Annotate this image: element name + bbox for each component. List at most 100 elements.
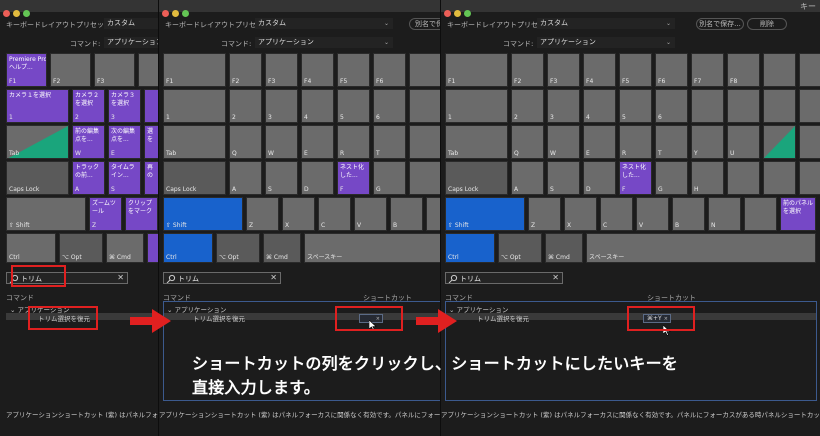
key-f[interactable]: ネスト化 した... F (619, 161, 652, 195)
key-1[interactable]: 1 (163, 89, 226, 123)
key-n[interactable]: N (708, 197, 741, 231)
key-caps-lock[interactable]: Caps Lock (163, 161, 226, 195)
key-8[interactable] (727, 89, 760, 123)
key-f7[interactable] (409, 53, 440, 87)
key-caps-lock[interactable]: Caps Lock (6, 161, 69, 195)
key-f1[interactable]: F1 (445, 53, 508, 87)
tree-item-restore-trim[interactable]: トリム選択を復元 (477, 313, 529, 323)
key-v[interactable]: V (636, 197, 669, 231)
key-1[interactable]: カメラ１を選択 1 (6, 89, 69, 123)
key-3[interactable]: 3 (265, 89, 298, 123)
preset-select[interactable]: カスタム ⌄ (537, 18, 675, 29)
key-f2[interactable]: F2 (511, 53, 544, 87)
key-w[interactable]: 前の編集 点を... W (72, 125, 105, 159)
key-f1[interactable]: Premiere Pro ヘルプ... F1 (6, 53, 47, 87)
key-t[interactable]: T (373, 125, 406, 159)
key-d[interactable]: D (583, 161, 616, 195)
key-d[interactable]: 再 の (144, 161, 158, 195)
search-field[interactable]: トリム ✕ (445, 272, 563, 284)
key-tab[interactable]: Tab (6, 125, 69, 159)
delete-button[interactable]: 削除 (747, 18, 787, 30)
key-2[interactable]: 2 (511, 89, 544, 123)
key-f3[interactable]: F3 (547, 53, 580, 87)
key-f6[interactable]: F6 (373, 53, 406, 87)
key-shift[interactable]: ⇧ Shift (6, 197, 86, 231)
key-v[interactable]: V (354, 197, 387, 231)
key-f6[interactable]: F6 (655, 53, 688, 87)
key-q[interactable]: Q (229, 125, 262, 159)
key-o[interactable] (799, 125, 820, 159)
key-4[interactable] (144, 89, 158, 123)
key-space-partial[interactable] (147, 233, 158, 263)
key-c[interactable]: C (600, 197, 633, 231)
key-j[interactable] (727, 161, 760, 195)
preset-select[interactable]: カスタム ⌄ (255, 18, 393, 29)
command-select[interactable]: アプリケーション ⌄ (537, 37, 675, 48)
key-5[interactable]: 5 (337, 89, 370, 123)
clear-search-icon[interactable]: ✕ (270, 273, 277, 282)
key-command[interactable]: ⌘ Cmd (106, 233, 144, 263)
key-ctrl[interactable]: Ctrl (163, 233, 213, 263)
key-c[interactable]: C (318, 197, 351, 231)
key-s[interactable]: S (547, 161, 580, 195)
search-field[interactable]: トリム ✕ (163, 272, 281, 284)
clear-search-icon[interactable]: ✕ (117, 273, 124, 282)
key-2[interactable]: カメラ２ を選択 2 (72, 89, 105, 123)
key-command[interactable]: ⌘ Cmd (263, 233, 301, 263)
key-x[interactable]: X (282, 197, 315, 231)
key-f3[interactable]: F3 (94, 53, 135, 87)
key-f1[interactable]: F1 (163, 53, 226, 87)
key-9[interactable] (763, 89, 796, 123)
key-s[interactable]: S (265, 161, 298, 195)
key-y[interactable]: Y (691, 125, 724, 159)
command-select[interactable]: アプリケーション ⌄ (255, 37, 393, 48)
key-6[interactable]: 6 (655, 89, 688, 123)
key-t[interactable]: T (655, 125, 688, 159)
key-f10[interactable] (799, 53, 820, 87)
key-w[interactable]: W (265, 125, 298, 159)
key-g[interactable]: G (655, 161, 688, 195)
key-7[interactable] (691, 89, 724, 123)
key-f4[interactable] (138, 53, 158, 87)
key-ctrl[interactable]: Ctrl (6, 233, 56, 263)
minimize-window-icon[interactable] (13, 10, 20, 17)
key-b[interactable]: B (672, 197, 705, 231)
key-f4[interactable]: F4 (583, 53, 616, 87)
key-caps-lock[interactable]: Caps Lock (445, 161, 508, 195)
key-tab[interactable]: Tab (163, 125, 226, 159)
key-option[interactable]: ⌥ Opt (59, 233, 103, 263)
search-input[interactable]: トリム (178, 274, 199, 284)
key-4[interactable]: 4 (301, 89, 334, 123)
key-f4[interactable]: F4 (301, 53, 334, 87)
key-g[interactable]: G (373, 161, 406, 195)
key-6[interactable]: 6 (373, 89, 406, 123)
save-as-button[interactable]: 別名で保存... (696, 18, 744, 30)
key-command[interactable]: ⌘ Cmd (545, 233, 583, 263)
key-h[interactable]: H (691, 161, 724, 195)
key-7[interactable] (409, 89, 440, 123)
key-a[interactable]: A (511, 161, 544, 195)
key-n[interactable] (426, 197, 440, 231)
key-a[interactable]: A (229, 161, 262, 195)
key-l[interactable] (799, 161, 820, 195)
zoom-window-icon[interactable] (182, 10, 189, 17)
key-f5[interactable]: F5 (619, 53, 652, 87)
key-z[interactable]: Z (528, 197, 561, 231)
key-y[interactable] (409, 125, 440, 159)
key-w[interactable]: W (547, 125, 580, 159)
key-3[interactable]: カメラ３ を選択 3 (108, 89, 141, 123)
minimize-window-icon[interactable] (172, 10, 179, 17)
tree-item-restore-trim[interactable]: トリム選択を復元 (193, 313, 245, 323)
key-shift[interactable]: ⇧ Shift (163, 197, 243, 231)
close-window-icon[interactable] (162, 10, 169, 17)
key-h[interactable] (409, 161, 440, 195)
key-x[interactable]: X (564, 197, 597, 231)
key-comma[interactable]: 前のパネル を選択 (780, 197, 816, 231)
key-r[interactable]: 選 を (144, 125, 158, 159)
key-a[interactable]: トラック の前... A (72, 161, 105, 195)
key-shift[interactable]: ⇧ Shift (445, 197, 525, 231)
key-space[interactable]: スペースキー (304, 233, 440, 263)
key-f7[interactable]: F7 (691, 53, 724, 87)
key-space[interactable]: スペースキー (586, 233, 816, 263)
key-d[interactable]: D (301, 161, 334, 195)
